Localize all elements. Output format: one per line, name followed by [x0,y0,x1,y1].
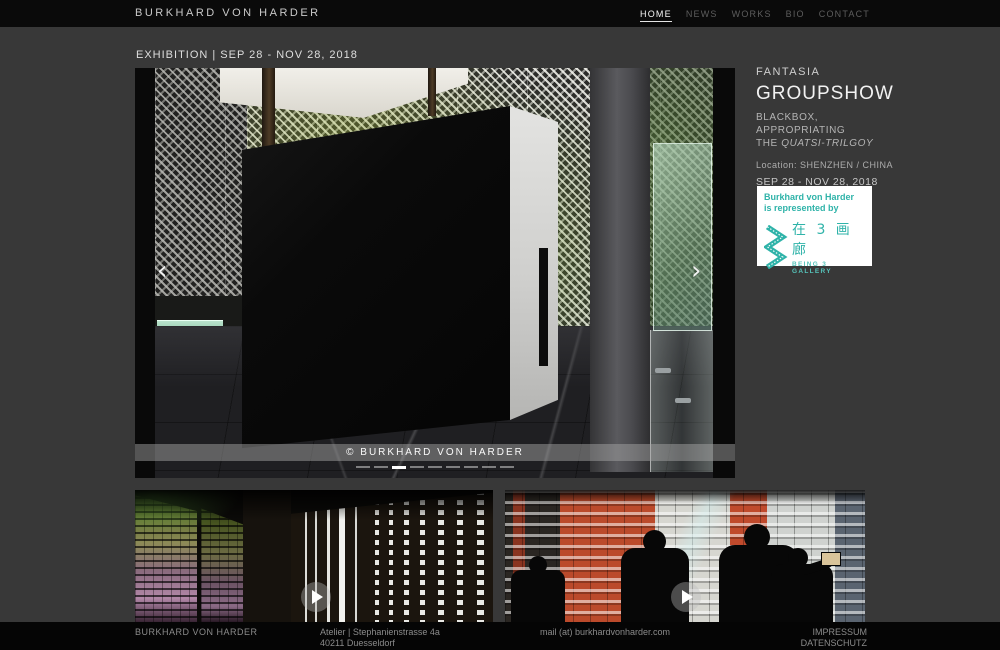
photo-glass-case [653,143,712,331]
gallery-zigzag-logo-icon [764,225,788,269]
photo-thin-post [428,68,436,116]
carousel-prev-arrow-icon[interactable]: ‹ [157,260,167,282]
video2-ceiling-shadow [505,490,865,504]
gallery-name-en: BEING 3 GALLERY [792,261,866,275]
photo-blackbox-door [539,248,548,366]
exhibition-photo-carousel: ‹ › © BURKHARD VON HARDER [135,68,735,478]
footer-address-line1: Atelier | Stephanienstrasse 4a [320,627,440,638]
subtitle-plain: THE [756,138,781,149]
gallery-badge[interactable]: Burkhard von Harder is represented by 在 … [757,186,872,266]
footer-link-datenschutz[interactable]: DATENSCHUTZ [801,638,867,649]
carousel-dots [135,466,735,469]
subtitle-italic: QUATSI-TRILGOY [781,138,873,149]
main-nav: HOME NEWS WORKS BIO CONTACT [640,9,870,22]
exhibition-subtitle-line1: BLACKBOX, APPROPRIATING [756,111,906,137]
nav-item-home[interactable]: HOME [640,9,672,22]
video-thumbnail-2[interactable] [505,490,865,622]
carousel-dot[interactable] [482,466,496,468]
exhibition-info: FANTASIA GROUPSHOW BLACKBOX, APPROPRIATI… [756,66,906,188]
carousel-dot[interactable] [410,466,424,468]
badge-artist-name: Burkhard von Harder [764,192,866,203]
photo-bronze-post [262,68,275,154]
photo-right-edge [713,68,735,478]
nav-item-works[interactable]: WORKS [732,9,772,22]
play-button-icon[interactable] [671,582,701,612]
footer-legal-links: IMPRESSUM DATENSCHUTZ [801,627,867,649]
video1-ceiling-shadow [135,490,493,520]
photo-glass-clamp [675,398,691,403]
photo-left-edge [135,68,155,478]
footer-address-line2: 40211 Duesseldorf [320,638,440,649]
carousel-dot[interactable] [356,466,370,468]
video2-phone-screen [821,552,841,566]
exhibition-location: Location: SHENZHEN / CHINA [756,160,906,170]
badge-gallery-text: 在 3 画廊 BEING 3 GALLERY [792,219,866,275]
nav-item-news[interactable]: NEWS [686,9,718,22]
exhibition-series: FANTASIA [756,66,906,78]
footer-address: Atelier | Stephanienstrasse 4a 40211 Due… [320,627,440,649]
carousel-dot[interactable] [446,466,460,468]
footer: BURKHARD VON HARDER Atelier | Stephanien… [0,622,1000,650]
carousel-dot[interactable] [374,466,388,468]
video2-visitor-body [511,570,565,622]
gallery-name-cjk: 在 3 画廊 [792,219,866,259]
photo-glass-clamp [655,368,671,373]
carousel-dot[interactable] [500,466,514,468]
footer-brand: BURKHARD VON HARDER [135,627,258,638]
footer-email-link[interactable]: mail (at) burkhardvonharder.com [540,627,670,638]
carousel-next-arrow-icon[interactable]: › [691,260,701,282]
photo-caption: © BURKHARD VON HARDER [346,447,524,458]
video-thumbnail-1[interactable] [135,490,493,622]
top-bar: BURKHARD VON HARDER HOME NEWS WORKS BIO … [0,0,1000,27]
exhibition-title: GROUPSHOW [756,83,906,105]
play-button-icon[interactable] [301,582,331,612]
photo-blackbox-front [242,106,510,454]
nav-item-bio[interactable]: BIO [786,9,805,22]
footer-link-impressum[interactable]: IMPRESSUM [801,627,867,638]
exhibition-heading: EXHIBITION | SEP 28 - NOV 28, 2018 [136,49,358,61]
badge-represented-by: is represented by [764,203,866,214]
exhibition-subtitle-line2: THE QUATSI-TRILGOY [756,137,906,150]
site-brand[interactable]: BURKHARD VON HARDER [135,7,321,19]
badge-logo-row: 在 3 画廊 BEING 3 GALLERY [764,219,866,275]
photo-column [590,68,650,472]
carousel-dot[interactable] [392,466,406,469]
photo-blackbox-side [510,106,558,420]
nav-item-contact[interactable]: CONTACT [819,9,870,22]
carousel-dot[interactable] [464,466,478,468]
photo-caption-bar: © BURKHARD VON HARDER [135,444,735,461]
carousel-dot[interactable] [428,466,442,468]
